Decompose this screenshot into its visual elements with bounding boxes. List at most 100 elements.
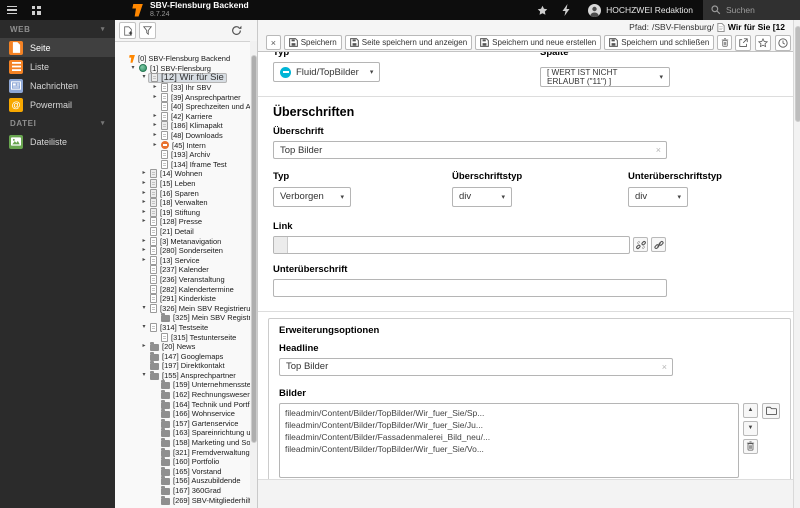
tree-item-mein-sbv-registrierungsar[interactable]: [325] Mein SBV Registrierungsar xyxy=(115,313,250,323)
tree-expand-icon[interactable]: ▾ xyxy=(140,323,148,332)
tree-item-kalender[interactable]: [237] Kalender xyxy=(115,265,250,275)
clear-icon[interactable]: × xyxy=(656,145,661,155)
tree-item-veranstaltung[interactable]: [236] Veranstaltung xyxy=(115,274,250,285)
file-item[interactable]: fileadmin/Content/Bilder/TopBilder/Wir_f… xyxy=(285,443,733,455)
tree-expand-icon[interactable]: ▸ xyxy=(151,112,159,121)
tree-expand-icon[interactable]: ▸ xyxy=(140,189,148,198)
tree-item-kalendertermine[interactable]: [282] Kalendertermine xyxy=(115,284,250,294)
tree-item-archiv[interactable]: [193] Archiv xyxy=(115,150,250,160)
clear-icon[interactable]: × xyxy=(662,362,667,372)
tree-expand-icon[interactable]: ▸ xyxy=(151,93,159,102)
tree-item-technik-und-portfolio[interactable]: [164] Technik und Portfolio xyxy=(115,399,250,409)
tree-item-ansprechpartner[interactable]: ▾ [155] Ansprechpartner xyxy=(115,370,250,381)
tree-item-presse[interactable]: ▸ [128] Presse xyxy=(115,217,250,227)
module-section-web[interactable]: WEB ▾ xyxy=(0,20,115,38)
module-item-seite[interactable]: Seite xyxy=(0,38,115,57)
tree-item-wohnservice[interactable]: [166] Wohnservice xyxy=(115,409,250,419)
tree-item-downloads[interactable]: ▸ [48] Downloads xyxy=(115,131,250,141)
tree-item-portfolio[interactable]: [160] Portfolio xyxy=(115,457,250,467)
search-input[interactable]: Suchen xyxy=(703,0,800,20)
tree-expand-icon[interactable]: ▸ xyxy=(140,208,148,217)
tree-item-karriere[interactable]: ▸ [42] Karriere xyxy=(115,111,250,122)
tree-item-iframe-test[interactable]: [134] Iframe Test xyxy=(115,159,250,170)
tree-item-fremdverwaltung[interactable]: [321] Fremdverwaltung xyxy=(115,447,250,457)
headline-input[interactable]: Top Bilder × xyxy=(279,357,673,376)
tree-item-sprechzeiten-und-anfahrtssk[interactable]: [40] Sprechzeiten und Anfahrtssk xyxy=(115,102,250,112)
new-page-button[interactable] xyxy=(119,22,136,39)
tree-expand-icon[interactable]: ▾ xyxy=(129,64,137,73)
save-new-button[interactable]: Speichern und neue erstellen xyxy=(475,35,602,50)
move-up-button[interactable]: ▲ xyxy=(743,402,758,418)
module-item-liste[interactable]: Liste xyxy=(0,57,115,76)
typ-select[interactable]: Fluid/TopBilder ▾ xyxy=(273,62,380,82)
tree-item-vorstand[interactable]: [165] Vorstand xyxy=(115,466,250,477)
bookmark-toolbar-button[interactable] xyxy=(530,0,554,20)
tree-expand-icon[interactable]: ▸ xyxy=(151,131,159,140)
star-button[interactable] xyxy=(755,34,771,51)
tree-item-kinderkiste[interactable]: [291] Kinderkiste xyxy=(115,294,250,304)
tree-scrollbar[interactable] xyxy=(250,41,257,508)
main-scrollbar-thumb[interactable] xyxy=(795,26,800,122)
tree-scrollbar-thumb[interactable] xyxy=(251,55,257,443)
unlink-button[interactable] xyxy=(633,237,648,252)
tree-item-verwalten[interactable]: ▸ [18] Verwalten xyxy=(115,198,250,208)
tree-item-ihr-sbv[interactable]: ▸ [33] Ihr SBV xyxy=(115,83,250,93)
tree-item-rechnungswesen[interactable]: [162] Rechnungswesen xyxy=(115,390,250,400)
module-item-nachrichten[interactable]: Nachrichten xyxy=(0,76,115,95)
tree-expand-icon[interactable]: ▸ xyxy=(140,246,148,255)
tree-item-service[interactable]: ▸ [13] Service xyxy=(115,255,250,265)
tree-expand-icon[interactable]: ▸ xyxy=(140,169,148,178)
module-item-dateiliste[interactable]: Dateiliste xyxy=(0,132,115,151)
tree-item-detail[interactable]: [21] Detail xyxy=(115,226,250,237)
tree-expand-icon[interactable]: ▸ xyxy=(140,217,148,226)
file-item[interactable]: fileadmin/Content/Bilder/TopBilder/Wir_f… xyxy=(285,419,733,431)
tree-item-leben[interactable]: ▸ [15] Leben xyxy=(115,179,250,189)
unterueberschriftstyp-select[interactable]: div ▾ xyxy=(628,186,688,207)
browse-files-button[interactable] xyxy=(762,402,780,419)
modulemenu-toggle-button[interactable] xyxy=(24,0,48,20)
module-item-powermail[interactable]: @ Powermail xyxy=(0,95,115,114)
remove-image-button[interactable] xyxy=(743,438,758,454)
main-scrollbar[interactable] xyxy=(793,20,800,508)
tree-item-sonderseiten[interactable]: ▸ [280] Sonderseiten xyxy=(115,246,250,256)
tree-expand-icon[interactable]: ▸ xyxy=(140,342,148,351)
tree-expand-icon[interactable]: ▸ xyxy=(140,198,148,207)
tree-item-intern[interactable]: ▸ [45] Intern xyxy=(115,140,250,150)
clear-cache-button[interactable] xyxy=(554,0,578,20)
refresh-tree-button[interactable] xyxy=(229,23,244,38)
link-browser-button[interactable] xyxy=(651,237,666,252)
tree-item-direktkontakt[interactable]: [197] Direktkontakt xyxy=(115,361,250,371)
save-button[interactable]: Speichern xyxy=(283,35,342,50)
ueberschriftstyp-select[interactable]: div ▾ xyxy=(452,186,512,207)
ueberschrift-input[interactable]: Top Bilder × xyxy=(273,141,667,159)
image-list[interactable]: fileadmin/Content/Bilder/TopBilder/Wir_f… xyxy=(279,402,739,478)
tree-item-spareinrichtung-und-unter[interactable]: [163] Spareinrichtung und Unter xyxy=(115,428,250,438)
tree-item-mein-sbv-registrierungsform[interactable]: ▾ [326] Mein SBV Registrierungsform xyxy=(115,303,250,313)
spalte-select[interactable]: [ WERT IST NICHT ERLAUBT ("11") ] ▾ xyxy=(540,67,670,87)
menu-toggle-button[interactable] xyxy=(0,0,24,20)
tree-item-stiftung[interactable]: ▸ [19] Stiftung xyxy=(115,207,250,218)
tree-expand-icon[interactable]: ▸ xyxy=(140,256,148,265)
save-close-button[interactable]: Speichern und schließen xyxy=(604,35,715,50)
tree-item-sbv-flensburg-backend[interactable]: [0] SBV-Flensburg Backend xyxy=(115,54,250,64)
tree-item-marketing-und-soziales[interactable]: [158] Marketing und Soziales xyxy=(115,438,250,448)
tree-expand-icon[interactable]: ▸ xyxy=(151,121,159,130)
tree-item-testseite[interactable]: ▾ [314] Testseite xyxy=(115,322,250,333)
save-view-button[interactable]: Seite speichern und anzeigen xyxy=(344,35,473,50)
external-link-button[interactable] xyxy=(735,34,751,51)
tree-item-auszubildende[interactable]: [156] Auszubildende xyxy=(115,476,250,486)
close-doc-button[interactable]: × xyxy=(266,35,281,50)
tree-item-testunterseite[interactable]: [315] Testunterseite xyxy=(115,332,250,342)
unterueberschrift-input[interactable] xyxy=(273,278,667,297)
tree-item-wir-für-sie[interactable]: ▾ [12] Wir für Sie xyxy=(115,73,250,83)
module-section-datei[interactable]: DATEI ▾ xyxy=(0,114,115,132)
tree-expand-icon[interactable]: ▸ xyxy=(151,83,159,92)
tree-item-ansprechpartner[interactable]: ▸ [39] Ansprechpartner xyxy=(115,92,250,102)
tree-item-sparen[interactable]: ▸ [16] Sparen xyxy=(115,188,250,198)
link-input[interactable] xyxy=(273,235,630,254)
tree-expand-icon[interactable]: ▸ xyxy=(151,141,159,150)
typ2-select[interactable]: Verborgen ▾ xyxy=(273,186,351,207)
tree-expand-icon[interactable]: ▸ xyxy=(140,237,148,246)
tree-item-sbv-mitgliederhilfe[interactable]: [269] SBV-Mitgliederhilfe xyxy=(115,495,250,505)
tree-expand-icon[interactable]: ▾ xyxy=(140,304,148,313)
